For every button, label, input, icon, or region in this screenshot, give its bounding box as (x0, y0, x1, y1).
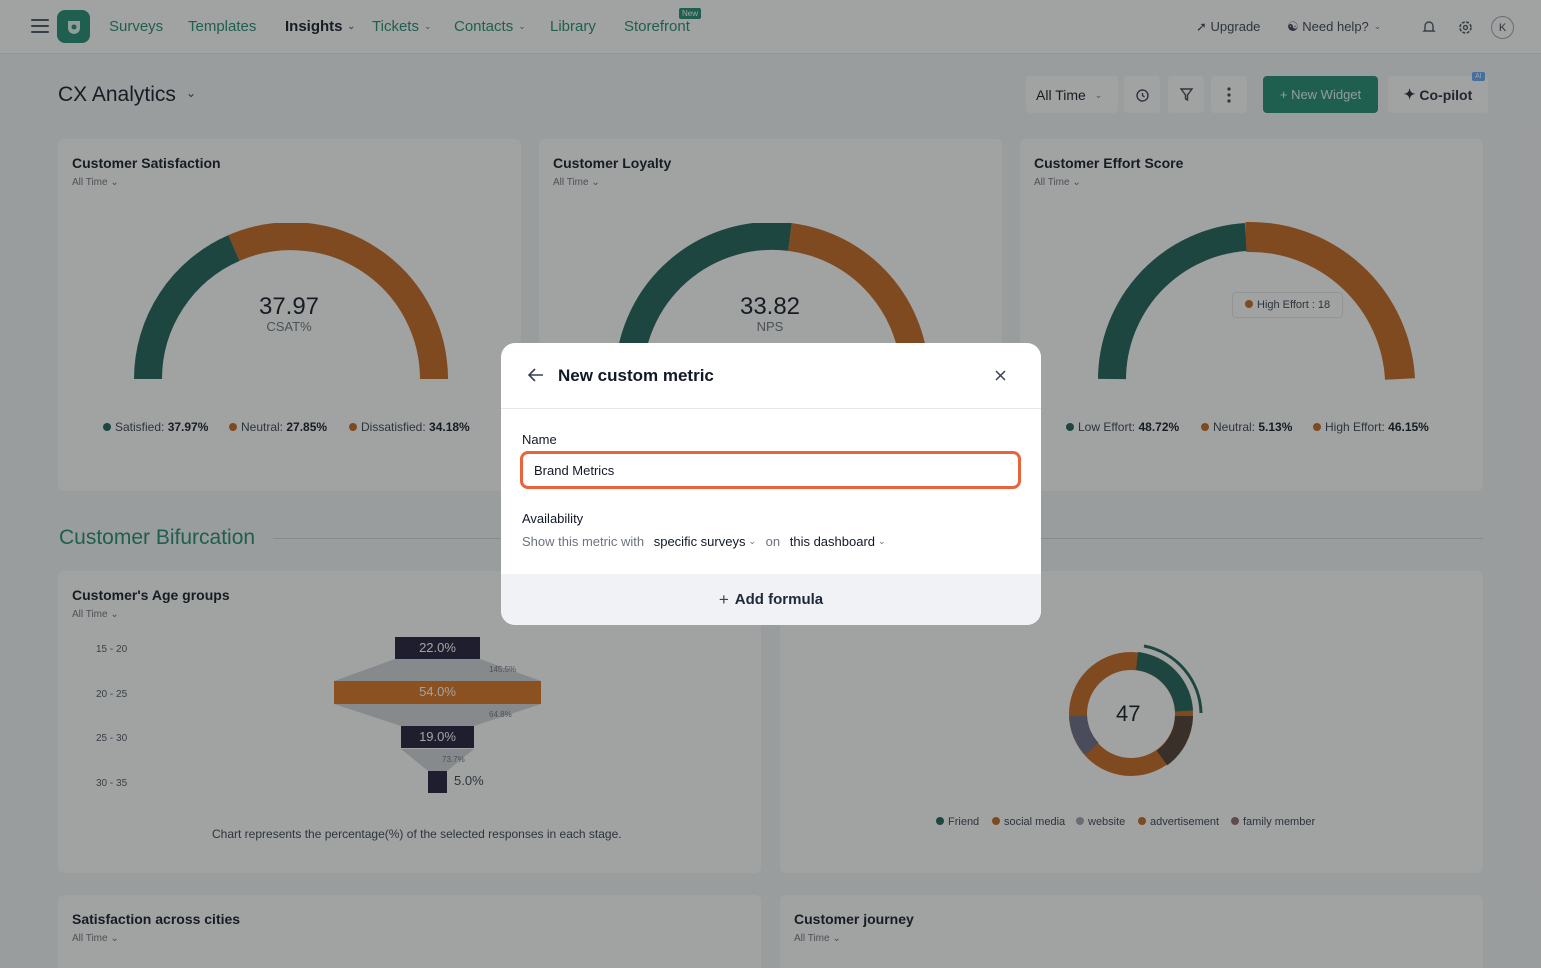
custom-metric-modal: New custom metric Name Availability Show… (501, 343, 1041, 625)
target-label: this dashboard (789, 534, 876, 549)
dashboard-target-dropdown[interactable]: this dashboard ⌄ (790, 534, 886, 549)
name-field-label: Name (522, 432, 557, 447)
survey-scope-dropdown[interactable]: specific surveys ⌄ (654, 534, 756, 549)
availability-row: Show this metric with specific surveys ⌄ … (522, 534, 892, 549)
availability-prefix: Show this metric with (522, 534, 645, 549)
close-icon[interactable] (990, 365, 1010, 385)
metric-name-input[interactable] (520, 451, 1021, 489)
plus-icon: + (718, 589, 729, 609)
add-formula-button[interactable]: + Add formula (501, 574, 1041, 625)
add-formula-label: Add formula (734, 591, 824, 608)
modal-header: New custom metric (501, 343, 1041, 409)
modal-title: New custom metric (558, 366, 714, 385)
availability-label: Availability (522, 511, 584, 526)
availability-on-text: on (765, 534, 781, 549)
chevron-down-icon: ⌄ (878, 536, 886, 546)
chevron-down-icon: ⌄ (748, 536, 757, 546)
scope-label: specific surveys (653, 534, 746, 549)
back-arrow-icon[interactable] (525, 364, 547, 386)
